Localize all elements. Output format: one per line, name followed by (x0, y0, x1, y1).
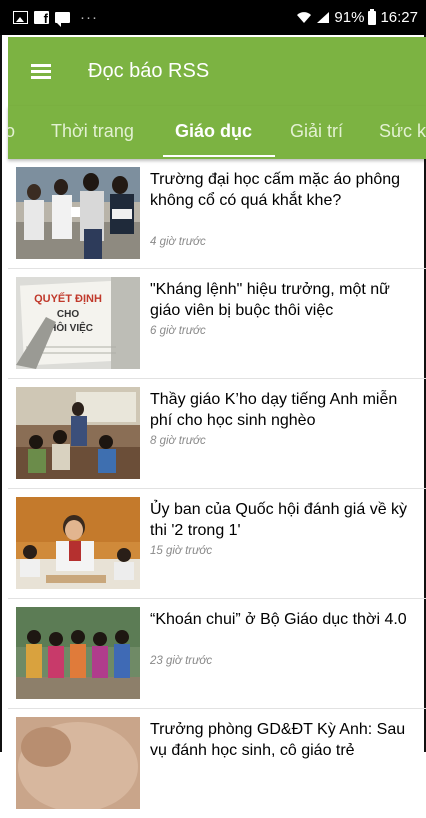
thumb-text-line1: QUYẾT ĐỊNH (34, 292, 102, 305)
article-time: 4 giờ trước (150, 236, 206, 248)
clock: 16:27 (380, 9, 418, 26)
article-title: Thầy giáo K’ho dạy tiếng Anh miễn phí ch… (150, 391, 398, 429)
article-item[interactable]: Trưởng phòng GD&ĐT Kỳ Anh: Sau vụ đánh h… (8, 709, 426, 818)
facebook-icon (34, 11, 49, 26)
active-tab-indicator (163, 155, 275, 157)
app-bar: Đọc báo RSS (8, 37, 426, 106)
status-bar: ··· 91% 16:27 (0, 0, 426, 35)
article-item[interactable]: QUYẾT ĐỊNH CHO THÔI VIỆC "Kháng lệnh" hi… (8, 269, 426, 378)
article-thumbnail (16, 607, 140, 699)
article-item[interactable]: Ủy ban của Quốc hội đánh giá về kỳ thi '… (8, 489, 426, 598)
article-title: Trưởng phòng GD&ĐT Kỳ Anh: Sau vụ đánh h… (150, 721, 406, 759)
article-title: Ủy ban của Quốc hội đánh giá về kỳ thi '… (150, 501, 408, 539)
article-title: "Kháng lệnh" hiệu trưởng, một nữ giáo vi… (150, 281, 390, 319)
tab-giai-tri[interactable]: Giải trí (290, 106, 343, 159)
app-title: Đọc báo RSS (88, 60, 210, 82)
article-item[interactable]: “Khoán chui” ở Bộ Giáo dục thời 4.0 23 g… (8, 599, 426, 708)
category-tabs: o Thời trang Giáo dục Giải trí Sức k (8, 106, 426, 159)
article-time: 8 giờ trước (150, 435, 206, 447)
battery-icon (368, 8, 377, 25)
wifi-icon (297, 12, 312, 23)
article-item[interactable]: Trường đại học cấm mặc áo phông không cổ… (8, 159, 426, 268)
article-time: 15 giờ trước (150, 545, 213, 557)
tab-thoi-trang[interactable]: Thời trang (51, 106, 134, 159)
battery-percent: 91% (334, 9, 365, 26)
tab-suc-khoe[interactable]: Sức k (379, 106, 426, 159)
article-title: Trường đại học cấm mặc áo phông không cổ… (150, 171, 401, 209)
article-thumbnail (16, 167, 140, 259)
article-time: 6 giờ trước (150, 325, 206, 337)
gallery-icon (13, 11, 28, 24)
tab-giao-duc[interactable]: Giáo dục (175, 106, 252, 159)
tab-partial-left[interactable]: o (8, 106, 15, 159)
signal-icon (317, 12, 330, 23)
article-time: 23 giờ trước (150, 655, 213, 667)
article-thumbnail: QUYẾT ĐỊNH CHO THÔI VIỆC (16, 277, 140, 369)
article-thumbnail (16, 497, 140, 589)
article-title: “Khoán chui” ở Bộ Giáo dục thời 4.0 (150, 611, 407, 628)
article-thumbnail (16, 717, 140, 809)
article-item[interactable]: Thầy giáo K’ho dạy tiếng Anh miễn phí ch… (8, 379, 426, 488)
thumb-text-line2: CHO (57, 309, 79, 320)
more-notifications-icon: ··· (80, 9, 98, 26)
article-thumbnail (16, 387, 140, 479)
menu-icon[interactable] (31, 64, 51, 79)
message-icon (55, 12, 70, 27)
